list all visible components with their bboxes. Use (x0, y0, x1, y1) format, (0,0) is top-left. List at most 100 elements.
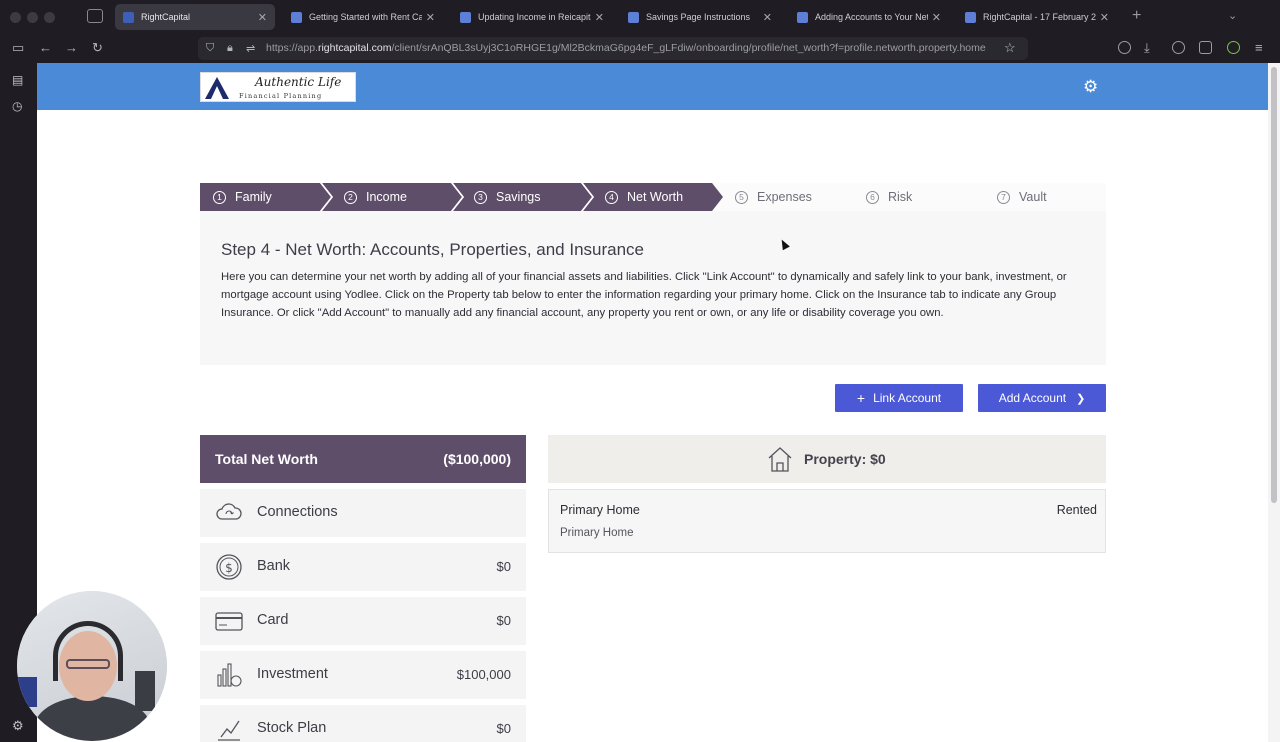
close-tab-icon[interactable]: ✕ (426, 11, 435, 24)
account-category-value: $0 (496, 613, 511, 628)
account-category-investment[interactable]: Investment $100,000 (200, 651, 526, 699)
step-label: Family (235, 190, 272, 204)
browser-tab[interactable]: Getting Started with Rent Capital ✕ (283, 4, 443, 30)
url-domain: rightcapital.com (317, 42, 392, 54)
close-tab-icon[interactable]: ✕ (932, 11, 941, 24)
browser-tab[interactable]: RightCapital ✕ (115, 4, 275, 30)
stock-plan-icon (218, 720, 240, 741)
add-account-button[interactable]: Add Account ❯ (978, 384, 1106, 412)
pocket-icon[interactable] (1118, 41, 1131, 54)
account-category-label: Connections (257, 504, 338, 520)
tab-favicon-icon (460, 11, 471, 23)
net-worth-title: Total Net Worth (215, 451, 318, 467)
account-category-bank[interactable]: $ Bank $0 (200, 543, 526, 591)
settings-gear-icon[interactable]: ⚙ (1083, 78, 1098, 95)
app-menu-icon[interactable]: ≡ (1255, 40, 1263, 56)
extensions-icon[interactable] (1199, 41, 1212, 54)
account-category-label: Bank (257, 558, 291, 574)
account-category-connections[interactable]: Connections (200, 489, 526, 537)
downloads-icon[interactable]: ⤓ (1144, 40, 1150, 56)
window-close-dot[interactable] (10, 12, 21, 23)
shield-icon[interactable]: ⛉ (206, 42, 214, 55)
step-label: Vault (1019, 190, 1047, 204)
tab-favicon-icon (797, 11, 808, 23)
tab-list-chevron-icon[interactable]: ⌄ (1228, 9, 1237, 22)
company-logo[interactable]: Authentic Life Financial Planning (200, 72, 356, 102)
step-label: Risk (888, 190, 913, 204)
property-subtitle: Primary Home (560, 527, 634, 539)
browser-nav-bar: ▭ ← → ↻ ⛉ 🔒︎ ⇌ https://app.rightcapital.… (0, 34, 1280, 63)
window-minimize-dot[interactable] (27, 12, 38, 23)
account-category-label: Stock Plan (257, 720, 327, 736)
logo-a-mark-inner (211, 86, 223, 99)
investment-chart-icon (217, 663, 242, 687)
account-category-stock-plan[interactable]: Stock Plan $0 (200, 705, 526, 742)
permissions-icon[interactable]: ⇌ (246, 42, 255, 55)
rightcapital-favicon-icon (123, 11, 134, 23)
close-tab-icon[interactable]: ✕ (595, 11, 604, 24)
reload-icon[interactable]: ↻ (92, 40, 103, 56)
chevron-right-icon: ❯ (1076, 392, 1086, 405)
step-number: 3 (474, 190, 487, 204)
history-clock-icon[interactable]: ◷ (12, 99, 22, 113)
property-name: Primary Home (560, 503, 640, 517)
link-account-button[interactable]: + Link Account (835, 384, 963, 412)
account-category-value: $0 (496, 721, 511, 736)
step-expenses[interactable]: 5 Expenses (735, 183, 812, 211)
bookmark-star-icon[interactable]: ☆ (1004, 40, 1016, 56)
property-item-row[interactable]: Primary Home Primary Home Rented (548, 489, 1106, 553)
new-tab-plus-icon[interactable]: + (1132, 7, 1141, 25)
glasses (66, 659, 110, 669)
svg-text:$: $ (225, 561, 233, 575)
window-zoom-dot[interactable] (44, 12, 55, 23)
onboarding-stepper: 1 Family 2 Income 3 Savings 4 Net Worth … (200, 183, 1106, 211)
sidebar-tabs-icon[interactable]: ▤ (12, 73, 23, 87)
step-number: 1 (213, 190, 226, 204)
step-number: 5 (735, 190, 748, 204)
credit-card-icon (215, 612, 243, 631)
browser-tab[interactable]: RightCapital - 17 February 2025 ✕ (957, 4, 1117, 30)
close-tab-icon[interactable]: ✕ (763, 11, 772, 24)
step-risk[interactable]: 6 Risk (866, 183, 912, 211)
step-title: Step 4 - Net Worth: Accounts, Properties… (221, 240, 645, 259)
account-category-label: Card (257, 612, 289, 628)
address-bar[interactable]: ⛉ 🔒︎ ⇌ https://app.rightcapital.com/clie… (198, 37, 1028, 60)
app-header: Authentic Life Financial Planning ⚙ (37, 63, 1268, 110)
step-income[interactable]: 2 Income (344, 183, 407, 211)
tab-title: Savings Page Instructions (646, 12, 751, 22)
close-tab-icon[interactable]: ✕ (258, 11, 267, 24)
back-arrow-icon[interactable]: ← (39, 40, 52, 56)
step-vault[interactable]: 7 Vault (997, 183, 1047, 211)
tab-overview-icon[interactable] (87, 9, 103, 23)
webcam-overlay (17, 591, 167, 741)
tab-title: RightCapital (141, 12, 191, 22)
sidebar-toggle-icon[interactable]: ▭ (12, 40, 24, 56)
account-icon[interactable] (1172, 41, 1185, 54)
extension-badge-icon[interactable] (1227, 41, 1240, 54)
webcam-frame-object (135, 671, 155, 711)
page-content: Authentic Life Financial Planning ⚙ 1 Fa… (37, 63, 1268, 742)
step-description: Here you can determine your net worth by… (221, 271, 1067, 319)
browser-tab[interactable]: Savings Page Instructions ✕ (620, 4, 780, 30)
scrollbar-thumb[interactable] (1271, 67, 1277, 503)
webcam-object (17, 677, 37, 707)
account-category-card[interactable]: Card $0 (200, 597, 526, 645)
url-text[interactable]: https://app.rightcapital.com/client/srAn… (266, 42, 996, 54)
step-net-worth[interactable]: 4 Net Worth (605, 183, 683, 211)
total-net-worth-header: Total Net Worth ($100,000) (200, 435, 526, 483)
page-scrollbar[interactable] (1268, 63, 1280, 742)
logo-name: Authentic Life (255, 75, 342, 89)
browser-tab[interactable]: Adding Accounts to Your Net Worth ✕ (789, 4, 949, 30)
cloud-sync-icon (216, 503, 242, 520)
forward-arrow-icon[interactable]: → (65, 40, 78, 56)
browser-tab[interactable]: Updating Income in Reicapital ✕ (452, 4, 612, 30)
lock-icon[interactable]: 🔒︎ (227, 42, 233, 55)
close-tab-icon[interactable]: ✕ (1100, 11, 1109, 24)
step-savings[interactable]: 3 Savings (474, 183, 540, 211)
plus-icon: + (856, 390, 866, 406)
property-header[interactable]: Property: $0 (548, 435, 1106, 483)
tab-title: Adding Accounts to Your Net Worth (815, 12, 928, 22)
step-number: 6 (866, 190, 879, 204)
step-label: Income (366, 190, 407, 204)
step-family[interactable]: 1 Family (213, 183, 272, 211)
